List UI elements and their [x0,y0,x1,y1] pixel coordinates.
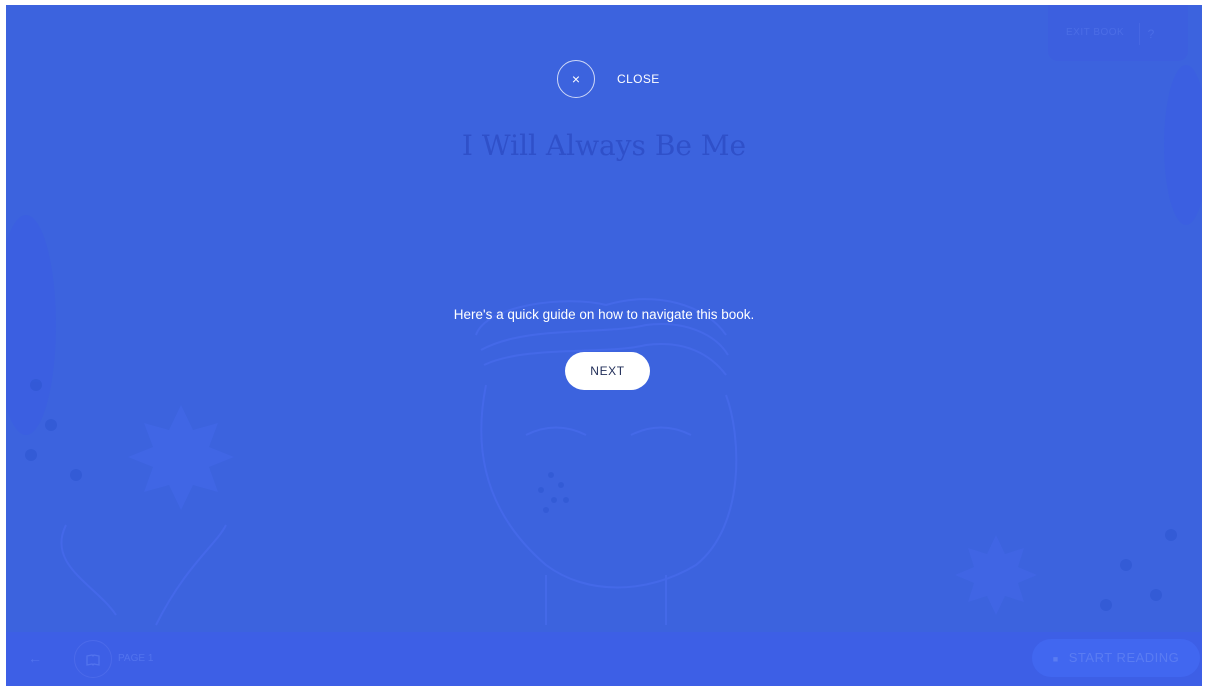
bottom-toolbar: ← PAGE 1 ■ START READING [6,632,1202,686]
start-reading-label: START READING [1068,650,1180,665]
close-guide-button[interactable]: × [557,60,595,98]
start-reading-button[interactable]: ■ START READING [1032,639,1200,677]
next-label: NEXT [590,364,625,378]
star-shape-right [955,535,1037,615]
book-icon [86,653,100,666]
stop-icon: ■ [1052,654,1059,664]
back-arrow-icon[interactable]: ← [28,650,42,666]
exit-book-button[interactable]: EXIT BOOK [1066,27,1124,38]
guide-message: Here's a quick guide on how to navigate … [453,307,755,322]
page-indicator: PAGE 1 [118,653,154,664]
close-icon: × [571,71,581,87]
help-button[interactable]: ? [1139,23,1162,45]
next-button[interactable]: NEXT [565,352,650,390]
top-right-controls: EXIT BOOK ? [1048,5,1188,61]
book-stage: I Will Always Be Me EXIT BOOK ? ← PAGE 1… [6,5,1202,686]
table-of-contents-button[interactable] [74,640,112,678]
star-shape-left [128,405,234,510]
close-label[interactable]: CLOSE [617,72,660,86]
book-title: I Will Always Be Me [461,129,747,162]
